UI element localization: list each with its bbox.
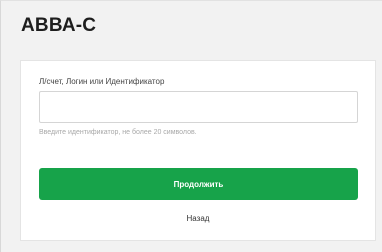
login-page: АВВА-С Л/счет, Логин или Идентификатор В… — [0, 0, 382, 252]
identifier-input[interactable] — [39, 91, 358, 123]
back-link[interactable]: Назад — [21, 214, 375, 223]
identifier-hint: Введите идентификатор, не более 20 симво… — [39, 129, 197, 136]
login-card: Л/счет, Логин или Идентификатор Введите … — [20, 60, 376, 241]
brand-title: АВВА-С — [21, 15, 97, 36]
continue-button[interactable]: Продолжить — [39, 168, 358, 200]
identifier-field-label: Л/счет, Логин или Идентификатор — [39, 77, 165, 86]
